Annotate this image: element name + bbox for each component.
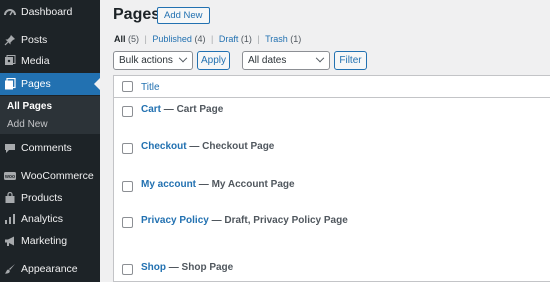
row-page-state: — Draft, Privacy Policy Page <box>208 215 348 226</box>
megaphone-icon <box>4 235 16 247</box>
sidebar-item-label: Comments <box>21 142 72 154</box>
paintbrush-icon <box>4 263 16 275</box>
sidebar-item-label: Products <box>21 192 63 204</box>
sidebar-item-label: Analytics <box>21 213 64 225</box>
sidebar-item-label: Media <box>21 55 50 67</box>
row-title: Shop — Shop Page <box>141 262 233 273</box>
submenu-item-add-new[interactable]: Add New <box>7 119 48 130</box>
select-all-checkbox[interactable] <box>122 81 133 92</box>
filter-trash-link[interactable]: Trash <box>265 34 288 44</box>
row-checkbox[interactable] <box>122 106 133 117</box>
filter-published-count: (4) <box>194 34 206 44</box>
filter-separator: | <box>144 34 147 44</box>
sidebar-item-label: Pages <box>21 78 51 90</box>
sidebar-item-posts[interactable]: Posts <box>0 29 100 51</box>
filter-separator: | <box>210 34 214 44</box>
row-title-link[interactable]: Checkout <box>141 141 187 152</box>
sidebar-item-media[interactable]: Media <box>0 50 100 72</box>
woo-icon: woo <box>4 170 16 182</box>
filter-draft-link[interactable]: Draft <box>219 34 239 44</box>
row-page-state: — My Account Page <box>196 179 295 190</box>
row-page-state: — Checkout Page <box>186 141 275 152</box>
row-title: Privacy Policy — Draft, Privacy Policy P… <box>141 215 348 226</box>
column-title-header[interactable]: Title <box>141 82 160 93</box>
sidebar-item-label: Posts <box>21 34 48 46</box>
sidebar-item-products[interactable]: Products <box>0 187 100 209</box>
add-new-button[interactable]: Add New <box>157 7 210 24</box>
pages-submenu: All Pages Add New <box>0 96 100 134</box>
apply-button[interactable]: Apply <box>197 51 230 70</box>
filter-all-link[interactable]: All <box>114 34 126 44</box>
table-header: Title <box>114 76 550 98</box>
row-checkbox[interactable] <box>122 264 133 275</box>
sidebar-item-label: Dashboard <box>21 6 73 18</box>
media-icon <box>4 55 16 67</box>
pages-icon <box>4 78 16 90</box>
filter-button[interactable]: Filter <box>334 51 367 70</box>
filter-draft-count: (1) <box>240 34 252 44</box>
row-page-state: — Shop Page <box>166 262 234 273</box>
chevron-down-icon <box>178 53 188 63</box>
comment-icon <box>4 142 16 154</box>
row-title-link[interactable]: Shop <box>141 262 166 273</box>
sidebar-item-label: WooCommerce <box>21 170 94 182</box>
row-checkbox[interactable] <box>122 181 133 192</box>
filter-published-link[interactable]: Published <box>152 34 192 44</box>
products-icon <box>4 192 16 204</box>
row-title: My account — My Account Page <box>141 179 295 190</box>
sidebar-item-pages[interactable]: Pages <box>0 73 100 95</box>
sidebar-item-dashboard[interactable]: Dashboard <box>0 1 100 23</box>
dashboard-icon <box>4 6 16 18</box>
sidebar-item-marketing[interactable]: Marketing <box>0 230 100 252</box>
sidebar-item-woocommerce[interactable]: woo WooCommerce <box>0 165 100 187</box>
row-title: Cart — Cart Page <box>141 104 223 115</box>
row-checkbox[interactable] <box>122 217 133 228</box>
svg-text:woo: woo <box>4 174 15 180</box>
row-title-link[interactable]: My account <box>141 179 196 190</box>
row-title: Checkout — Checkout Page <box>141 141 274 152</box>
submenu-item-all-pages[interactable]: All Pages <box>7 101 52 112</box>
chevron-down-icon <box>315 53 325 63</box>
pages-table: Title Cart — Cart Page Checkout — Checko… <box>113 75 550 282</box>
dates-select[interactable]: All dates <box>242 51 330 70</box>
status-filter-links: All (5) | Published (4) | Draft (1) | Tr… <box>114 34 301 44</box>
sidebar-item-comments[interactable]: Comments <box>0 137 100 159</box>
main-content: Pages Add New All (5) | Published (4) | … <box>100 0 550 282</box>
row-page-state: — Cart Page <box>161 104 224 115</box>
row-title-link[interactable]: Privacy Policy <box>141 215 209 226</box>
admin-sidebar: Dashboard Posts Media Pages All Pages Ad… <box>0 0 100 282</box>
filter-all-count: (5) <box>128 34 140 44</box>
row-checkbox[interactable] <box>122 143 133 154</box>
sidebar-item-label: Marketing <box>21 235 68 247</box>
bulk-actions-select[interactable]: Bulk actions <box>113 51 193 70</box>
pin-icon <box>4 34 16 46</box>
sidebar-item-appearance[interactable]: Appearance <box>0 258 100 280</box>
row-title-link[interactable]: Cart <box>141 104 161 115</box>
page-title: Pages <box>113 6 161 23</box>
sidebar-item-analytics[interactable]: Analytics <box>0 208 100 230</box>
analytics-icon <box>4 213 16 225</box>
bulk-actions-value: Bulk actions <box>119 55 173 66</box>
filter-trash-count: (1) <box>290 34 302 44</box>
filter-separator: | <box>257 34 260 44</box>
dates-value: All dates <box>248 55 287 66</box>
sidebar-item-label: Appearance <box>21 263 78 275</box>
